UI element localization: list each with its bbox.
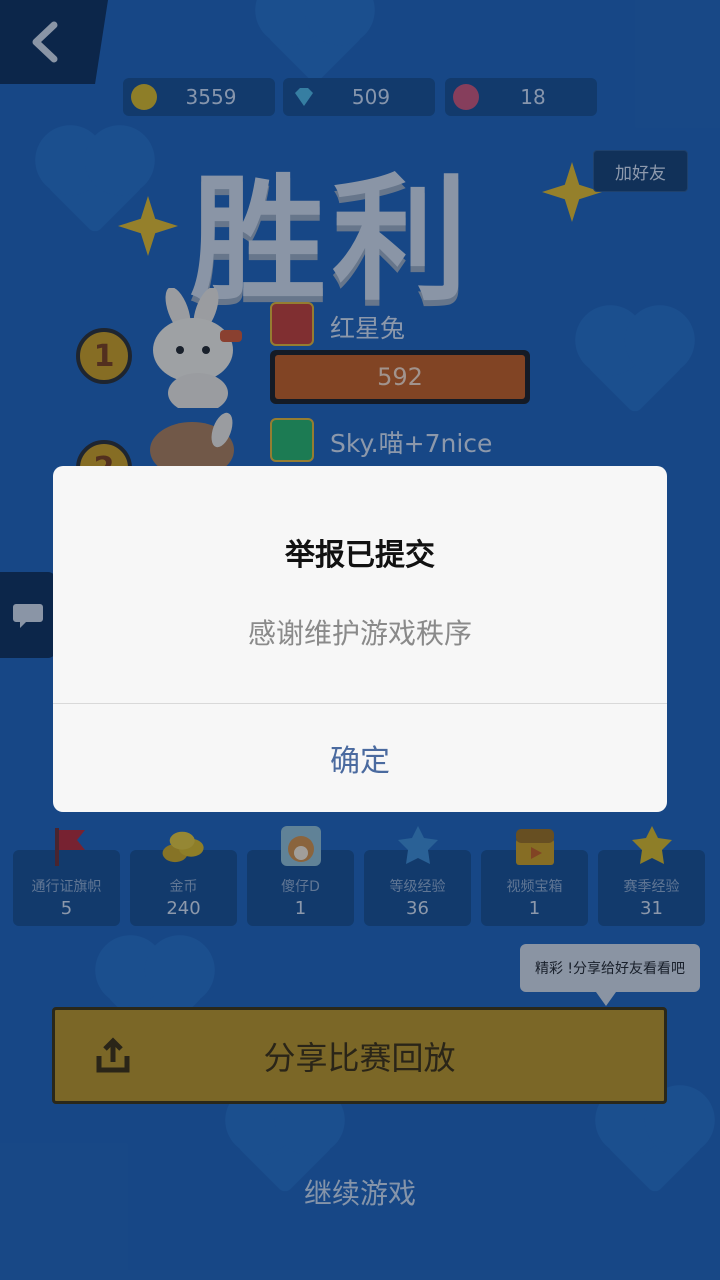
dialog-title: 举报已提交 — [285, 538, 435, 573]
report-submitted-dialog: 举报已提交 感谢维护游戏秩序 确定 — [53, 466, 667, 812]
dialog-message: 感谢维护游戏秩序 — [247, 617, 472, 650]
confirm-button[interactable]: 确定 — [53, 704, 667, 812]
